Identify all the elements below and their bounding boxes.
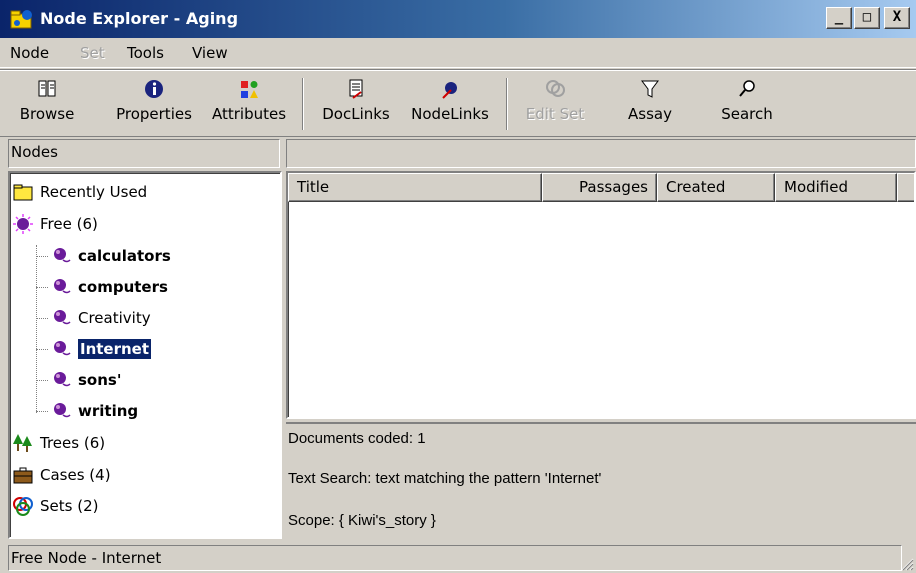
- column-modified[interactable]: Modified: [775, 173, 897, 202]
- browse-label: Browse: [19, 105, 75, 123]
- nodelinks-icon: [442, 82, 457, 99]
- menu-bar: Node Set Tools View: [0, 38, 916, 68]
- tree-item-trees[interactable]: Trees (6): [12, 430, 105, 456]
- assay-label: Assay: [628, 105, 672, 123]
- book-icon: [38, 80, 56, 97]
- attributes-icon: [241, 81, 258, 98]
- nodelinks-label: NodeLinks: [411, 105, 489, 123]
- tree-label: Free (6): [40, 215, 98, 233]
- node-icon: [54, 403, 71, 418]
- tree-connector: [36, 411, 48, 412]
- app-icon: [10, 10, 32, 29]
- close-button[interactable]: X: [884, 7, 910, 29]
- tree-label: computers: [78, 278, 168, 296]
- edit-set-icon: [546, 80, 565, 97]
- scope-text: Scope: { Kiwi's_story }: [288, 512, 436, 529]
- tree-connector: [36, 380, 48, 381]
- menu-tools[interactable]: Tools: [127, 44, 164, 62]
- window-title: Node Explorer - Aging: [40, 9, 239, 28]
- toolbar-separator: [302, 78, 304, 130]
- search-button[interactable]: Search: [712, 78, 782, 134]
- column-title[interactable]: Title: [288, 173, 542, 202]
- doclinks-button[interactable]: DocLinks: [318, 78, 394, 134]
- funnel-icon: [641, 80, 659, 98]
- sets-icon: [13, 497, 33, 516]
- tree-label: Trees (6): [40, 434, 106, 452]
- tree-label: writing: [78, 402, 139, 420]
- edit-set-label: Edit Set: [525, 105, 585, 123]
- list-header: Title Passages Created Modified: [288, 173, 914, 202]
- tree-label: sons': [78, 371, 122, 389]
- attributes-label: Attributes: [211, 105, 287, 123]
- tree-label: Cases (4): [40, 466, 111, 484]
- tree-item-writing[interactable]: writing: [50, 398, 138, 424]
- tree-item-recently-used[interactable]: Recently Used: [12, 179, 147, 205]
- properties-label: Properties: [116, 105, 192, 123]
- tree-item-sons[interactable]: sons': [50, 367, 121, 393]
- status-text: Free Node - Internet: [8, 545, 902, 571]
- node-tree[interactable]: Recently Used Free (6) calculators compu…: [8, 171, 282, 539]
- doclinks-label: DocLinks: [322, 105, 390, 123]
- tree-item-internet[interactable]: Internet: [50, 336, 153, 362]
- assay-button[interactable]: Assay: [620, 78, 680, 134]
- tree-label: Recently Used: [40, 183, 148, 201]
- nodelinks-button[interactable]: NodeLinks: [406, 78, 494, 134]
- menu-node[interactable]: Node: [10, 44, 49, 62]
- minimize-button[interactable]: _: [826, 7, 852, 29]
- detail-pane-header: [286, 139, 916, 168]
- properties-button[interactable]: Properties: [110, 78, 198, 134]
- tree-item-cases[interactable]: Cases (4): [12, 462, 111, 488]
- tree-item-calculators[interactable]: calculators: [50, 243, 171, 269]
- column-passages[interactable]: Passages: [542, 173, 657, 202]
- attributes-button[interactable]: Attributes: [208, 78, 290, 134]
- tree-item-creativity[interactable]: Creativity: [50, 305, 151, 331]
- search-icon: [739, 80, 755, 97]
- tree-label: Internet: [76, 338, 153, 360]
- documents-coded-text: Documents coded: 1: [288, 430, 426, 447]
- doclinks-icon: [349, 79, 363, 99]
- tree-label: Sets (2): [40, 497, 99, 515]
- column-extra[interactable]: [897, 173, 914, 202]
- node-icon: [54, 279, 71, 294]
- tree-label: calculators: [78, 247, 171, 265]
- nodes-pane-header: Nodes: [8, 139, 280, 168]
- edit-set-button[interactable]: Edit Set: [520, 78, 590, 134]
- node-icon: [54, 341, 71, 356]
- tree-item-free[interactable]: Free (6): [12, 211, 98, 237]
- tree-connector: [36, 245, 37, 413]
- menu-set[interactable]: Set: [80, 44, 105, 62]
- info-icon: [145, 80, 163, 98]
- tree-connector: [36, 318, 48, 319]
- status-bar: Free Node - Internet: [0, 542, 916, 573]
- browse-button[interactable]: Browse: [12, 78, 82, 134]
- tree-label: Creativity: [78, 309, 151, 327]
- search-info-pane: Documents coded: 1 Text Search: text mat…: [286, 422, 916, 539]
- maximize-button[interactable]: □: [854, 7, 880, 29]
- briefcase-icon: [13, 467, 33, 484]
- menu-view[interactable]: View: [192, 44, 228, 62]
- toolbar: Browse Properties Attributes DocLinks No…: [0, 69, 916, 137]
- node-icon: [54, 310, 71, 325]
- resize-grip-icon[interactable]: [900, 557, 914, 571]
- node-icon: [54, 372, 71, 387]
- tree-item-sets[interactable]: Sets (2): [12, 493, 98, 519]
- tree-connector: [36, 349, 48, 350]
- document-list[interactable]: Title Passages Created Modified: [286, 171, 916, 419]
- trees-icon: [13, 434, 32, 452]
- tree-connector: [36, 256, 48, 257]
- node-explorer-window: Node Explorer - Aging _ □ X Node Set Too…: [0, 0, 916, 573]
- free-node-icon: [13, 214, 33, 234]
- tree-connector: [36, 287, 48, 288]
- column-created[interactable]: Created: [657, 173, 775, 202]
- text-search-text: Text Search: text matching the pattern '…: [288, 470, 602, 487]
- toolbar-separator: [506, 78, 508, 130]
- folder-icon: [13, 184, 33, 201]
- title-bar[interactable]: Node Explorer - Aging _ □ X: [0, 0, 916, 38]
- node-icon: [54, 248, 71, 263]
- tree-item-computers[interactable]: computers: [50, 274, 168, 300]
- search-label: Search: [721, 105, 773, 123]
